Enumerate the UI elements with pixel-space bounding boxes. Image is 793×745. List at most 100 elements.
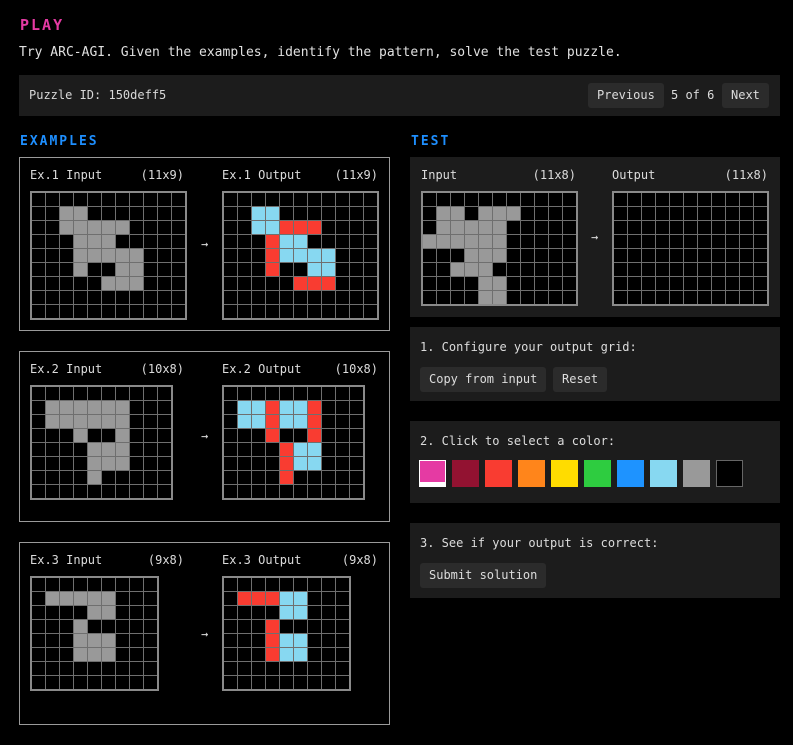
color-swatch-red[interactable] (485, 460, 512, 487)
color-swatch-blue[interactable] (617, 460, 644, 487)
grid-cell[interactable] (670, 221, 683, 234)
grid-cell[interactable] (670, 249, 683, 262)
grid-cell[interactable] (698, 221, 711, 234)
grid-cell[interactable] (754, 221, 767, 234)
grid-cell[interactable] (670, 291, 683, 304)
grid-cell[interactable] (740, 221, 753, 234)
grid-cell[interactable] (726, 277, 739, 290)
color-swatch-light-blue[interactable] (650, 460, 677, 487)
grid-cell[interactable] (670, 207, 683, 220)
grid-cell[interactable] (642, 249, 655, 262)
grid-cell[interactable] (740, 207, 753, 220)
grid-cell[interactable] (614, 193, 627, 206)
submit-solution-button[interactable]: Submit solution (420, 563, 547, 588)
grid-cell[interactable] (656, 249, 669, 262)
grid-cell[interactable] (740, 277, 753, 290)
color-swatch-black[interactable] (716, 460, 743, 487)
test-output-grid[interactable] (612, 191, 769, 306)
grid-cell[interactable] (670, 277, 683, 290)
color-swatch-magenta[interactable] (419, 460, 446, 487)
grid-cell[interactable] (614, 263, 627, 276)
grid-cell[interactable] (726, 207, 739, 220)
grid-cell[interactable] (684, 221, 697, 234)
grid-cell[interactable] (740, 193, 753, 206)
color-swatch-gray[interactable] (683, 460, 710, 487)
grid-cell[interactable] (684, 263, 697, 276)
grid-cell[interactable] (684, 277, 697, 290)
grid-cell[interactable] (642, 221, 655, 234)
color-swatch-yellow[interactable] (551, 460, 578, 487)
next-button[interactable]: Next (722, 83, 769, 108)
grid-cell[interactable] (614, 277, 627, 290)
grid-cell[interactable] (698, 291, 711, 304)
grid-cell[interactable] (684, 207, 697, 220)
grid-cell[interactable] (684, 249, 697, 262)
grid-cell[interactable] (712, 291, 725, 304)
grid-cell[interactable] (726, 249, 739, 262)
grid-cell[interactable] (642, 193, 655, 206)
grid-cell[interactable] (684, 193, 697, 206)
grid-cell[interactable] (628, 263, 641, 276)
grid-cell[interactable] (670, 193, 683, 206)
grid-cell[interactable] (754, 277, 767, 290)
previous-button[interactable]: Previous (588, 83, 664, 108)
grid-cell[interactable] (712, 221, 725, 234)
grid-cell[interactable] (628, 277, 641, 290)
grid-cell[interactable] (740, 235, 753, 248)
grid-cell[interactable] (642, 277, 655, 290)
grid-cell[interactable] (726, 291, 739, 304)
grid-cell[interactable] (712, 193, 725, 206)
grid-cell[interactable] (698, 263, 711, 276)
grid-cell[interactable] (726, 193, 739, 206)
grid-cell[interactable] (628, 291, 641, 304)
grid-cell[interactable] (614, 207, 627, 220)
grid-cell[interactable] (642, 207, 655, 220)
grid-cell[interactable] (628, 193, 641, 206)
reset-button[interactable]: Reset (553, 367, 608, 392)
grid-cell[interactable] (628, 235, 641, 248)
grid-cell[interactable] (698, 207, 711, 220)
color-swatch-green[interactable] (584, 460, 611, 487)
grid-cell[interactable] (712, 249, 725, 262)
grid-cell[interactable] (642, 291, 655, 304)
grid-cell[interactable] (614, 291, 627, 304)
grid-cell[interactable] (712, 263, 725, 276)
grid-cell[interactable] (698, 277, 711, 290)
grid-cell[interactable] (726, 263, 739, 276)
grid-cell[interactable] (628, 207, 641, 220)
grid-cell[interactable] (670, 263, 683, 276)
grid-cell[interactable] (628, 221, 641, 234)
grid-cell[interactable] (656, 291, 669, 304)
grid-cell[interactable] (656, 277, 669, 290)
grid-cell[interactable] (754, 263, 767, 276)
grid-cell[interactable] (726, 235, 739, 248)
grid-cell[interactable] (726, 221, 739, 234)
grid-cell[interactable] (656, 221, 669, 234)
grid-cell[interactable] (754, 291, 767, 304)
grid-cell[interactable] (656, 207, 669, 220)
grid-cell[interactable] (614, 221, 627, 234)
grid-cell[interactable] (670, 235, 683, 248)
grid-cell[interactable] (614, 235, 627, 248)
grid-cell[interactable] (754, 249, 767, 262)
grid-cell[interactable] (712, 207, 725, 220)
grid-cell[interactable] (698, 235, 711, 248)
grid-cell[interactable] (614, 249, 627, 262)
grid-cell[interactable] (754, 193, 767, 206)
grid-cell[interactable] (656, 193, 669, 206)
grid-cell[interactable] (656, 235, 669, 248)
grid-cell[interactable] (684, 291, 697, 304)
grid-cell[interactable] (712, 277, 725, 290)
grid-cell[interactable] (740, 291, 753, 304)
grid-cell[interactable] (740, 249, 753, 262)
grid-cell[interactable] (642, 263, 655, 276)
grid-cell[interactable] (712, 235, 725, 248)
grid-cell[interactable] (754, 235, 767, 248)
grid-cell[interactable] (656, 263, 669, 276)
grid-cell[interactable] (628, 249, 641, 262)
grid-cell[interactable] (698, 249, 711, 262)
color-swatch-maroon[interactable] (452, 460, 479, 487)
copy-from-input-button[interactable]: Copy from input (420, 367, 547, 392)
grid-cell[interactable] (740, 263, 753, 276)
grid-cell[interactable] (754, 207, 767, 220)
